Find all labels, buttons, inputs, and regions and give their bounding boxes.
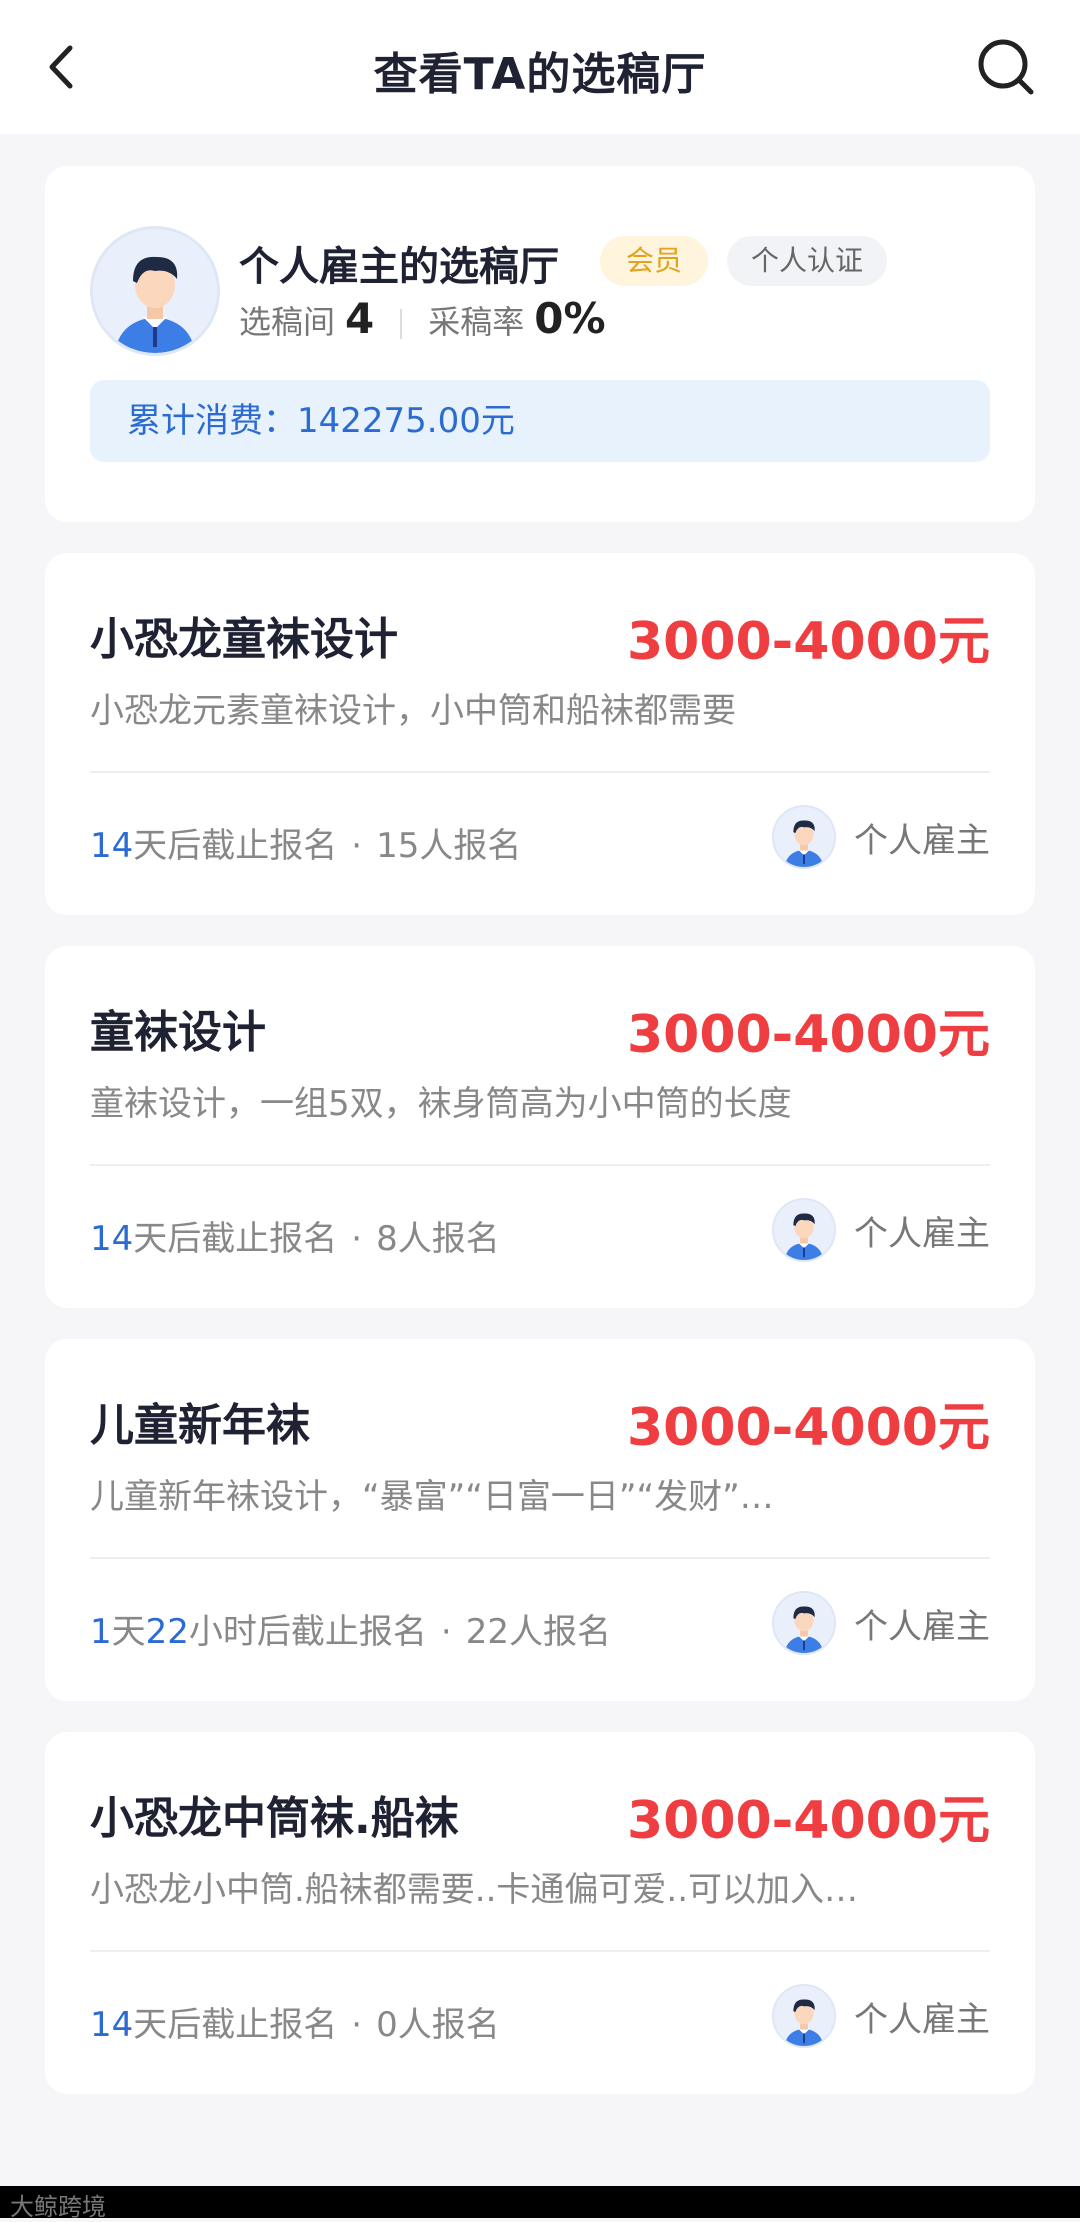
task-description: 童袜设计，一组5双，袜身筒高为小中筒的长度: [90, 1084, 792, 1124]
task-card[interactable]: 童袜设计 3000-4000元童袜设计，一组5双，袜身筒高为小中筒的长度 14天后截…: [45, 946, 1035, 1308]
task-meta: 14天后截止报名 · 8人报名: [90, 1211, 500, 1260]
total-spend: 累计消费：142275.00元: [90, 380, 990, 462]
poster-name: 个人雇主: [854, 1999, 990, 2040]
avatar: [772, 1591, 836, 1655]
user-avatar-icon: [774, 1986, 834, 2046]
avatar[interactable]: [90, 226, 220, 356]
poster-info[interactable]: 个人雇主: [772, 805, 990, 869]
stats-row: 选稿间 4 采稿率 0%: [239, 294, 606, 354]
adopt-rate-value: 0%: [534, 294, 606, 343]
adopt-rate-label: 采稿率: [428, 303, 525, 341]
search-icon: [978, 39, 1034, 95]
task-meta: 14天后截止报名 · 15人报名: [90, 818, 521, 867]
meta-separator: ·: [351, 1219, 363, 1259]
signup-count: 22人报名: [465, 1612, 611, 1652]
avatar: [772, 1198, 836, 1262]
deadline-part: 14: [90, 826, 134, 866]
meta-separator: ·: [351, 2005, 363, 2045]
task-price: 3000-4000元: [626, 1005, 990, 1065]
divider: [90, 1950, 990, 1952]
avatar: [772, 1984, 836, 2048]
watermark: 大鲸跨境: [10, 2193, 106, 2221]
meta-separator: ·: [440, 1612, 452, 1652]
divider: [90, 1557, 990, 1559]
task-title: 童袜设计: [90, 1007, 266, 1058]
poster-info[interactable]: 个人雇主: [772, 1591, 990, 1655]
divider: [90, 771, 990, 773]
user-avatar-icon: [774, 807, 834, 867]
task-card[interactable]: 小恐龙童袜设计 3000-4000元小恐龙元素童袜设计，小中筒和船袜都需要 14天后…: [45, 553, 1035, 915]
deadline-part: 22: [145, 1612, 189, 1652]
task-description: 小恐龙元素童袜设计，小中筒和船袜都需要: [90, 691, 736, 731]
certification-badge: 个人认证: [727, 236, 888, 286]
task-title: 儿童新年袜: [90, 1400, 310, 1451]
user-avatar-icon: [774, 1200, 834, 1260]
deadline-part: 1: [90, 1612, 112, 1652]
divider: [90, 1164, 990, 1166]
deadline-part: 天后截止报名: [133, 2005, 338, 2045]
poster-info[interactable]: 个人雇主: [772, 1984, 990, 2048]
task-description: 小恐龙小中筒.船袜都需要..卡通偏可爱..可以加入…: [90, 1870, 859, 1910]
rooms-value: 4: [345, 294, 375, 343]
task-description: 儿童新年袜设计，“暴富”“日富一日”“发财”…: [90, 1477, 774, 1517]
poster-name: 个人雇主: [854, 820, 990, 861]
profile-card: 个人雇主的选稿厅 会员 个人认证 选稿间 4 采稿率 0% 累计消费：14227…: [45, 166, 1035, 522]
deadline-part: 天后截止报名: [133, 826, 338, 866]
task-card[interactable]: 小恐龙中筒袜.船袜 3000-4000元小恐龙小中筒.船袜都需要..卡通偏可爱..…: [45, 1732, 1035, 2094]
profile-name: 个人雇主的选稿厅: [239, 244, 559, 290]
meta-separator: ·: [351, 826, 363, 866]
user-avatar-icon: [774, 1593, 834, 1653]
poster-info[interactable]: 个人雇主: [772, 1198, 990, 1262]
signup-count: 8人报名: [376, 1219, 500, 1259]
deadline-part: 天后截止报名: [133, 1219, 338, 1259]
search-button[interactable]: [975, 36, 1037, 98]
task-card[interactable]: 儿童新年袜 3000-4000元儿童新年袜设计，“暴富”“日富一日”“发财”… 1天…: [45, 1339, 1035, 1701]
rooms-label: 选稿间: [239, 303, 336, 341]
deadline-part: 14: [90, 2005, 134, 2045]
vip-badge: 会员: [600, 236, 709, 286]
deadline-part: 14: [90, 1219, 134, 1259]
page-title: 查看TA的选稿厅: [373, 49, 707, 100]
bottom-bar: [0, 2186, 1080, 2218]
stat-divider: [400, 309, 403, 339]
deadline-part: 天: [111, 1612, 146, 1652]
user-avatar-icon: [93, 229, 217, 353]
task-price: 3000-4000元: [626, 1398, 990, 1458]
signup-count: 15人报名: [376, 826, 522, 866]
deadline-part: 小时后截止报名: [188, 1612, 427, 1652]
poster-name: 个人雇主: [854, 1213, 990, 1254]
signup-count: 0人报名: [376, 2005, 500, 2045]
task-meta: 1天22小时后截止报名 · 22人报名: [90, 1604, 611, 1653]
avatar: [772, 805, 836, 869]
task-price: 3000-4000元: [626, 1791, 990, 1851]
task-title: 小恐龙中筒袜.船袜: [90, 1793, 459, 1844]
task-title: 小恐龙童袜设计: [90, 614, 398, 665]
task-meta: 14天后截止报名 · 0人报名: [90, 1997, 500, 2046]
top-bar: 查看TA的选稿厅: [0, 0, 1080, 134]
poster-name: 个人雇主: [854, 1606, 990, 1647]
task-price: 3000-4000元: [626, 612, 990, 672]
